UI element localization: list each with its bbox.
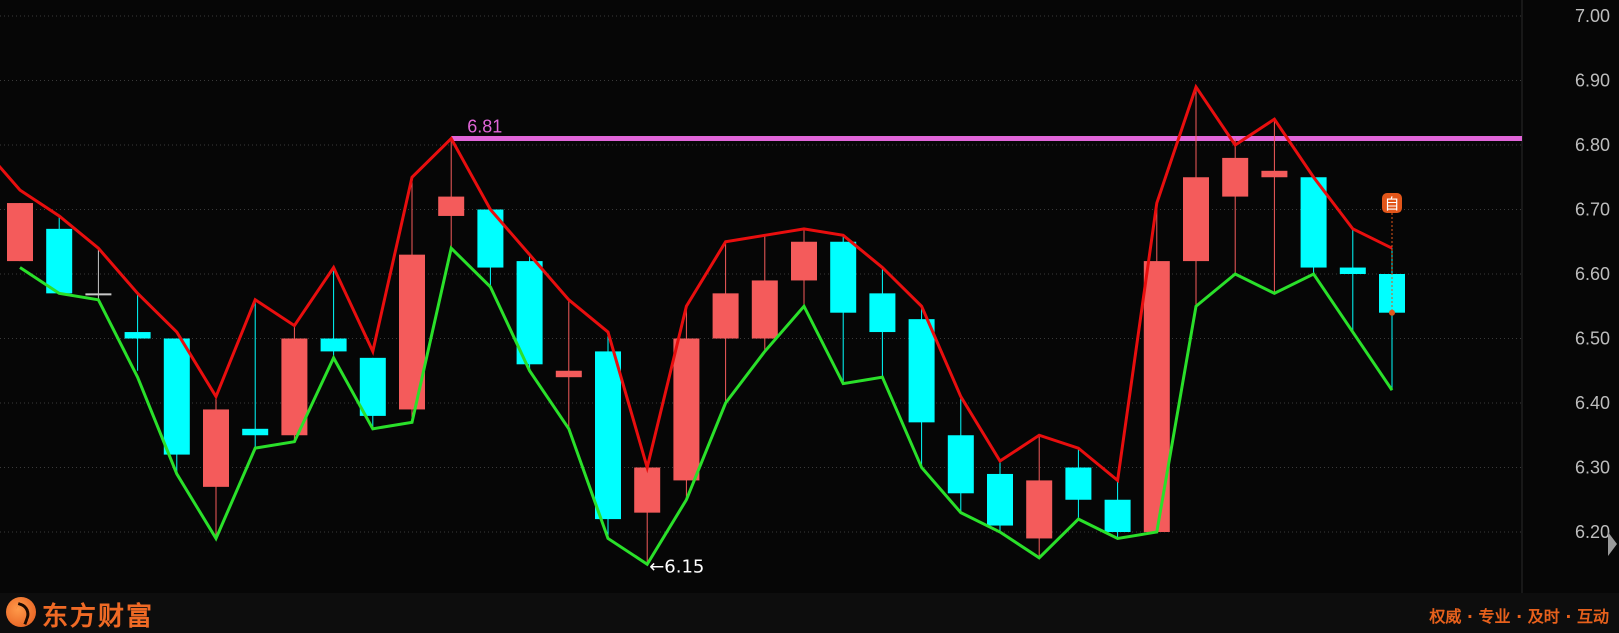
candle-body	[242, 428, 269, 436]
y-tick-label: 6.60	[1575, 264, 1610, 284]
candle-body	[908, 319, 935, 423]
resistance-label: 6.81	[467, 117, 502, 137]
brand-slogan: 权威 · 专业 · 及时 · 互动	[1429, 607, 1609, 626]
candle-body	[1143, 261, 1170, 532]
y-tick-label: 6.90	[1575, 71, 1610, 91]
candle-body	[830, 241, 857, 313]
candle-body	[751, 280, 778, 339]
y-tick-label: 6.40	[1575, 393, 1610, 413]
brand-bar: 东方财富 权威 · 专业 · 及时 · 互动	[0, 593, 1619, 633]
lower-channel-line	[19, 245, 1394, 567]
candle-body	[46, 228, 73, 294]
brand-name: 东方财富	[42, 602, 155, 632]
low-price-annotation: ←6.15	[649, 556, 704, 577]
candle-body	[124, 332, 151, 339]
candle-body	[634, 467, 661, 513]
y-tick-label: 6.20	[1575, 522, 1610, 542]
candle-body	[163, 338, 190, 455]
candle-body	[712, 293, 739, 339]
candle-body	[1261, 170, 1288, 178]
candle-body	[1026, 480, 1053, 539]
candle-body	[555, 370, 582, 378]
y-tick-label: 6.50	[1575, 329, 1610, 349]
candle-body	[869, 293, 896, 333]
candle-body	[7, 203, 33, 262]
y-tick-label: 6.70	[1575, 200, 1610, 220]
candle-body	[359, 357, 386, 416]
candle-body	[595, 351, 621, 520]
kline-chart[interactable]: 7.00 6.90 6.80 6.70 6.60 6.50 6.40 6.30 6.20 6.81…	[0, 0, 1619, 633]
scroll-right-arrow-icon[interactable]	[1608, 532, 1617, 556]
candle-body	[1339, 267, 1366, 274]
candle-body	[947, 435, 974, 494]
chart-canvas[interactable]: 7.00 6.90 6.80 6.70 6.60 6.50 6.40 6.30 6.20 6.81…	[0, 0, 1619, 593]
candle-body	[673, 338, 700, 481]
candle-body	[85, 293, 112, 296]
candle-body	[1183, 177, 1209, 262]
custom-marker-label: 自	[1384, 195, 1399, 213]
y-tick-label: 7.00	[1575, 6, 1610, 26]
marker-dot	[1389, 309, 1395, 316]
candle-body	[320, 338, 347, 352]
eastmoney-logo-icon	[6, 597, 36, 627]
candle-body	[1104, 499, 1131, 532]
candle-body	[791, 241, 817, 281]
candle-body	[438, 196, 465, 216]
y-tick-label: 6.80	[1575, 135, 1610, 155]
candle-body	[1222, 157, 1249, 197]
y-tick-label: 6.30	[1575, 458, 1610, 478]
candle-body	[203, 409, 229, 487]
candle-body	[1065, 467, 1092, 500]
candle-body	[987, 473, 1013, 526]
